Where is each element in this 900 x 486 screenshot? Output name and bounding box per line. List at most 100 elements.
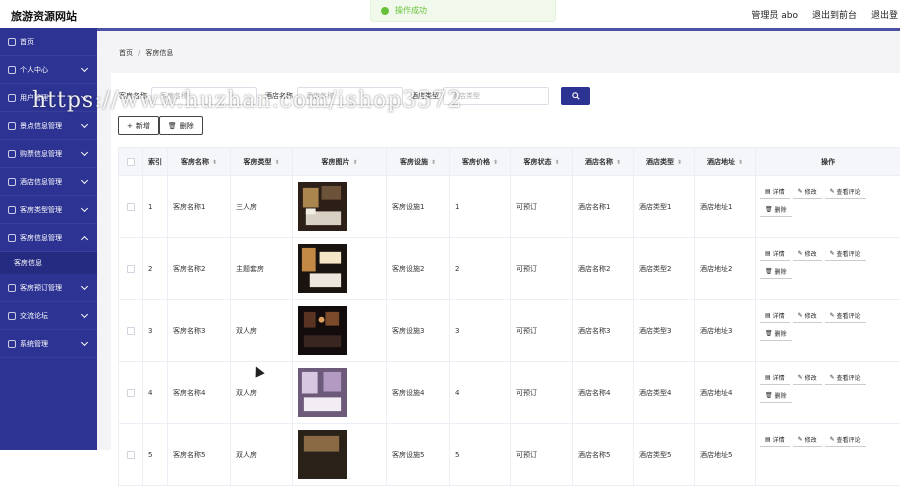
chevron-down-icon <box>81 205 88 212</box>
sidebar-item-scenic[interactable]: 景点信息管理 <box>0 112 97 140</box>
row-checkbox[interactable] <box>127 451 135 459</box>
col-status[interactable]: 客房状态⬍ <box>511 148 573 176</box>
frontend-link[interactable]: 退出到前台 <box>812 8 857 21</box>
review-button[interactable]: ✎ 查看评论 <box>825 247 866 261</box>
col-facility[interactable]: 客房设施⬍ <box>387 148 450 176</box>
review-label: 查看评论 <box>837 249 861 258</box>
col-room-name[interactable]: 客房名称⬍ <box>168 148 231 176</box>
row-checkbox[interactable] <box>127 327 135 335</box>
logout-link[interactable]: 退出登 <box>871 8 898 21</box>
room-photo[interactable] <box>298 306 347 355</box>
col-hotel-address[interactable]: 酒店地址⬍ <box>695 148 756 176</box>
detail-button[interactable]: ▤ 详情 <box>760 247 790 261</box>
table-row: 5 客房名称5 双人房 客房设施5 5 可预订 酒店名称5 酒店类型5 酒店地址… <box>119 424 900 486</box>
row-checkbox[interactable] <box>127 265 135 273</box>
breadcrumb-home[interactable]: 首页 <box>119 49 133 57</box>
edit-button[interactable]: ✎ 修改 <box>793 185 822 199</box>
edit-button[interactable]: ✎ 修改 <box>793 247 822 261</box>
sidebar-item-profile[interactable]: 个人中心 <box>0 56 97 84</box>
row-delete-button[interactable]: 🗑 删除 <box>760 389 792 403</box>
add-button[interactable]: +新增 <box>118 116 159 135</box>
detail-button[interactable]: ▤ 详情 <box>760 433 790 447</box>
col-hotel-type[interactable]: 酒店类型⬍ <box>634 148 695 176</box>
cell-actions: ▤ 详情✎ 修改✎ 查看评论 🗑 删除 <box>756 238 900 300</box>
category-icon <box>8 206 16 214</box>
row-select-cell[interactable] <box>119 424 143 486</box>
toast-message: 操作成功 <box>395 5 427 16</box>
table-row: 4 客房名称4 双人房 客房设施4 4 可预订 酒店名称4 酒店类型4 酒店地址… <box>119 362 900 424</box>
sidebar-item-users[interactable]: 用户管理 <box>0 84 97 112</box>
col-price-label: 客房价格 <box>462 158 490 166</box>
users-icon <box>8 94 16 102</box>
user-icon <box>8 66 16 74</box>
review-button[interactable]: ✎ 查看评论 <box>825 309 866 323</box>
room-photo[interactable] <box>298 430 347 479</box>
review-label: 查看评论 <box>837 187 861 196</box>
sort-icon[interactable]: ⬍ <box>352 159 357 166</box>
sidebar-item-hotels[interactable]: 酒店信息管理 <box>0 168 97 196</box>
col-room-image[interactable]: 客房图片⬍ <box>293 148 387 176</box>
row-delete-button[interactable]: 🗑 删除 <box>760 327 792 341</box>
hotel-type-input[interactable]: 酒店类型 <box>443 87 549 105</box>
sidebar-item-home[interactable]: 首页 <box>0 28 97 56</box>
detail-button[interactable]: ▤ 详情 <box>760 185 790 199</box>
sort-icon[interactable]: ⬍ <box>212 159 217 166</box>
sidebar-item-system[interactable]: 系统管理 <box>0 330 97 358</box>
sort-icon[interactable]: ⬍ <box>616 159 621 166</box>
app-title: 旅游资源网站 <box>11 8 77 24</box>
row-delete-button[interactable]: 🗑 删除 <box>760 203 792 217</box>
edit-button[interactable]: ✎ 修改 <box>793 371 822 385</box>
admin-label: 管理员 abo <box>751 8 798 21</box>
row-select-cell[interactable] <box>119 362 143 424</box>
hotel-name-input[interactable]: 酒店名称 <box>297 87 403 105</box>
room-name-input[interactable]: 客房名称 <box>151 87 257 105</box>
detail-button[interactable]: ▤ 详情 <box>760 371 790 385</box>
sort-icon[interactable]: ⬍ <box>554 159 559 166</box>
sort-icon[interactable]: ⬍ <box>738 159 743 166</box>
cell-room-name: 客房名称5 <box>168 424 231 486</box>
cell-status: 可预订 <box>511 424 573 486</box>
sidebar-item-label: 客房信息管理 <box>20 233 62 243</box>
cell-facility: 客房设施2 <box>387 238 450 300</box>
room-photo[interactable] <box>298 182 347 231</box>
row-select-cell[interactable] <box>119 300 143 362</box>
room-photo[interactable] <box>298 368 347 417</box>
cell-status: 可预订 <box>511 300 573 362</box>
sidebar-item-room-types[interactable]: 客房类型管理 <box>0 196 97 224</box>
sidebar-item-tickets[interactable]: 购票信息管理 <box>0 140 97 168</box>
cell-facility: 客房设施1 <box>387 176 450 238</box>
edit-button[interactable]: ✎ 修改 <box>793 309 822 323</box>
cell-actions: ▤ 详情✎ 修改✎ 查看评论 🗑 删除 <box>756 300 900 362</box>
select-all-checkbox[interactable] <box>127 158 135 166</box>
edit-label: 修改 <box>805 373 817 382</box>
review-button[interactable]: ✎ 查看评论 <box>825 185 866 199</box>
search-button[interactable] <box>561 87 590 105</box>
sidebar-item-label: 系统管理 <box>20 339 48 349</box>
col-price[interactable]: 客房价格⬍ <box>450 148 511 176</box>
sidebar-item-label: 购票信息管理 <box>20 149 62 159</box>
room-photo[interactable] <box>298 244 347 293</box>
row-checkbox[interactable] <box>127 389 135 397</box>
sort-icon[interactable]: ⬍ <box>431 159 436 166</box>
row-checkbox[interactable] <box>127 203 135 211</box>
select-all-cell[interactable] <box>119 148 143 176</box>
sidebar-item-rooms[interactable]: 客房信息管理 <box>0 224 97 252</box>
detail-button[interactable]: ▤ 详情 <box>760 309 790 323</box>
sort-icon[interactable]: ⬍ <box>493 159 498 166</box>
sort-icon[interactable]: ⬍ <box>677 159 682 166</box>
breadcrumb-current: 客房信息 <box>145 49 173 57</box>
review-button[interactable]: ✎ 查看评论 <box>825 371 866 385</box>
col-hotel-name[interactable]: 酒店名称⬍ <box>573 148 634 176</box>
sidebar-subitem-room-info[interactable]: 客房信息 <box>0 252 97 274</box>
row-select-cell[interactable] <box>119 238 143 300</box>
sidebar-item-forum[interactable]: 交流论坛 <box>0 302 97 330</box>
row-delete-button[interactable]: 🗑 删除 <box>760 265 792 279</box>
sidebar-item-bookings[interactable]: 客房预订管理 <box>0 274 97 302</box>
sort-icon[interactable]: ⬍ <box>274 159 279 166</box>
row-select-cell[interactable] <box>119 176 143 238</box>
review-button[interactable]: ✎ 查看评论 <box>825 433 866 447</box>
delete-button[interactable]: 🗑删除 <box>159 116 203 135</box>
cell-status: 可预订 <box>511 176 573 238</box>
col-room-type[interactable]: 客房类型⬍ <box>231 148 293 176</box>
edit-button[interactable]: ✎ 修改 <box>793 433 822 447</box>
